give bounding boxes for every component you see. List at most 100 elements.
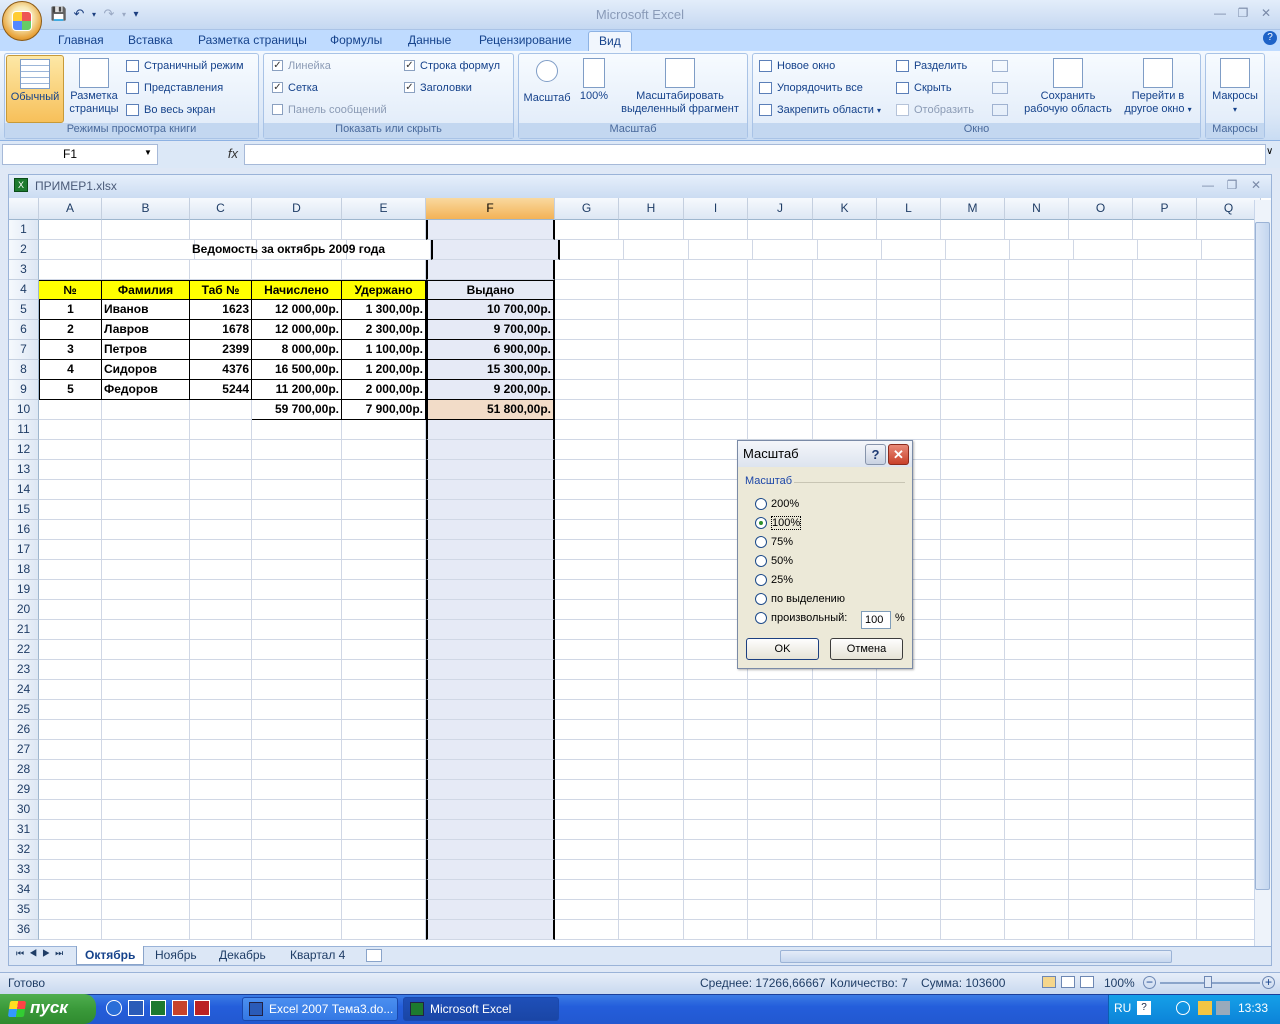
zoom-out-icon[interactable]: − bbox=[1143, 976, 1156, 989]
cell[interactable] bbox=[39, 540, 102, 560]
row-header[interactable]: 36 bbox=[9, 920, 39, 940]
sheet-tab-quarter4[interactable]: Квартал 4 bbox=[282, 946, 353, 965]
cell[interactable] bbox=[1069, 280, 1133, 300]
cell[interactable] bbox=[1005, 340, 1069, 360]
page-layout-icon[interactable] bbox=[1061, 976, 1075, 988]
cell[interactable]: Петров bbox=[102, 340, 190, 360]
cell[interactable] bbox=[342, 760, 426, 780]
cell[interactable] bbox=[941, 300, 1005, 320]
row-header[interactable]: 22 bbox=[9, 640, 39, 660]
cell[interactable] bbox=[252, 260, 342, 280]
cell[interactable] bbox=[252, 640, 342, 660]
radio-fit-selection[interactable]: по выделению bbox=[755, 591, 845, 607]
cell[interactable] bbox=[342, 220, 426, 240]
cell[interactable] bbox=[941, 360, 1005, 380]
cell[interactable] bbox=[813, 740, 877, 760]
cell[interactable] bbox=[102, 720, 190, 740]
cell[interactable] bbox=[1069, 260, 1133, 280]
zoom-level[interactable]: 100% bbox=[1104, 976, 1135, 990]
cell[interactable] bbox=[190, 840, 252, 860]
cell[interactable] bbox=[748, 260, 813, 280]
acrobat-icon[interactable] bbox=[194, 1000, 210, 1016]
cell[interactable] bbox=[941, 720, 1005, 740]
cell[interactable] bbox=[342, 500, 426, 520]
cell[interactable] bbox=[252, 760, 342, 780]
arrange-all-button[interactable]: Упорядочить все bbox=[759, 79, 863, 97]
cell[interactable] bbox=[1197, 300, 1261, 320]
cell[interactable] bbox=[941, 760, 1005, 780]
cell[interactable] bbox=[190, 740, 252, 760]
minimize-icon[interactable]: — bbox=[1198, 178, 1218, 192]
cell[interactable] bbox=[1069, 500, 1133, 520]
cell[interactable] bbox=[102, 520, 190, 540]
cell[interactable] bbox=[748, 900, 813, 920]
cell[interactable] bbox=[1197, 500, 1261, 520]
cell[interactable] bbox=[555, 380, 619, 400]
row-header[interactable]: 6 bbox=[9, 320, 39, 340]
cell[interactable] bbox=[426, 800, 555, 820]
network-icon[interactable] bbox=[1216, 1001, 1230, 1015]
cell[interactable] bbox=[190, 520, 252, 540]
cell[interactable] bbox=[102, 440, 190, 460]
cell[interactable] bbox=[426, 920, 555, 940]
cell[interactable] bbox=[748, 340, 813, 360]
cell[interactable] bbox=[39, 240, 102, 260]
cell[interactable] bbox=[426, 440, 555, 460]
cell[interactable] bbox=[941, 220, 1005, 240]
cell[interactable] bbox=[426, 680, 555, 700]
word-icon[interactable] bbox=[128, 1000, 144, 1016]
cell[interactable] bbox=[39, 880, 102, 900]
cell[interactable] bbox=[813, 860, 877, 880]
cell[interactable] bbox=[1133, 400, 1197, 420]
cell[interactable] bbox=[1197, 840, 1261, 860]
cell[interactable] bbox=[252, 820, 342, 840]
cell[interactable] bbox=[813, 920, 877, 940]
cell[interactable] bbox=[1133, 220, 1197, 240]
cell[interactable] bbox=[342, 580, 426, 600]
cell[interactable] bbox=[1133, 260, 1197, 280]
cell[interactable] bbox=[1197, 440, 1261, 460]
row-header[interactable]: 14 bbox=[9, 480, 39, 500]
cell[interactable] bbox=[941, 520, 1005, 540]
cell[interactable] bbox=[877, 320, 941, 340]
cell[interactable] bbox=[426, 840, 555, 860]
cell[interactable] bbox=[102, 760, 190, 780]
cell[interactable] bbox=[748, 720, 813, 740]
tab-view[interactable]: Вид bbox=[588, 31, 632, 51]
cell[interactable] bbox=[1133, 720, 1197, 740]
radio-100[interactable]: 100% bbox=[755, 515, 802, 531]
cell[interactable] bbox=[39, 680, 102, 700]
cell[interactable] bbox=[426, 520, 555, 540]
cell[interactable] bbox=[941, 840, 1005, 860]
cell[interactable] bbox=[1005, 500, 1069, 520]
cell[interactable] bbox=[1005, 460, 1069, 480]
row-header[interactable]: 10 bbox=[9, 400, 39, 420]
cell[interactable] bbox=[426, 860, 555, 880]
tab-page-layout[interactable]: Разметка страницы bbox=[188, 31, 317, 51]
cell[interactable] bbox=[102, 800, 190, 820]
cell[interactable] bbox=[252, 920, 342, 940]
cell[interactable] bbox=[1197, 780, 1261, 800]
cell[interactable] bbox=[342, 880, 426, 900]
cell[interactable] bbox=[1197, 680, 1261, 700]
cell[interactable]: 1 bbox=[39, 300, 102, 320]
cell[interactable] bbox=[1005, 680, 1069, 700]
column-header[interactable]: H bbox=[619, 198, 684, 220]
cell[interactable] bbox=[190, 700, 252, 720]
cell[interactable] bbox=[190, 600, 252, 620]
cell[interactable] bbox=[1197, 700, 1261, 720]
cell[interactable] bbox=[1069, 560, 1133, 580]
cell[interactable] bbox=[941, 860, 1005, 880]
ok-button[interactable]: OK bbox=[746, 638, 819, 660]
cell[interactable] bbox=[882, 240, 946, 260]
row-header[interactable]: 30 bbox=[9, 800, 39, 820]
cell[interactable] bbox=[684, 820, 748, 840]
cell[interactable] bbox=[941, 560, 1005, 580]
cell[interactable] bbox=[555, 560, 619, 580]
cell[interactable] bbox=[555, 260, 619, 280]
chevron-down-icon[interactable]: ▼ bbox=[144, 148, 152, 157]
cell[interactable] bbox=[941, 800, 1005, 820]
cell[interactable] bbox=[684, 360, 748, 380]
cell[interactable] bbox=[102, 480, 190, 500]
cell[interactable] bbox=[252, 540, 342, 560]
